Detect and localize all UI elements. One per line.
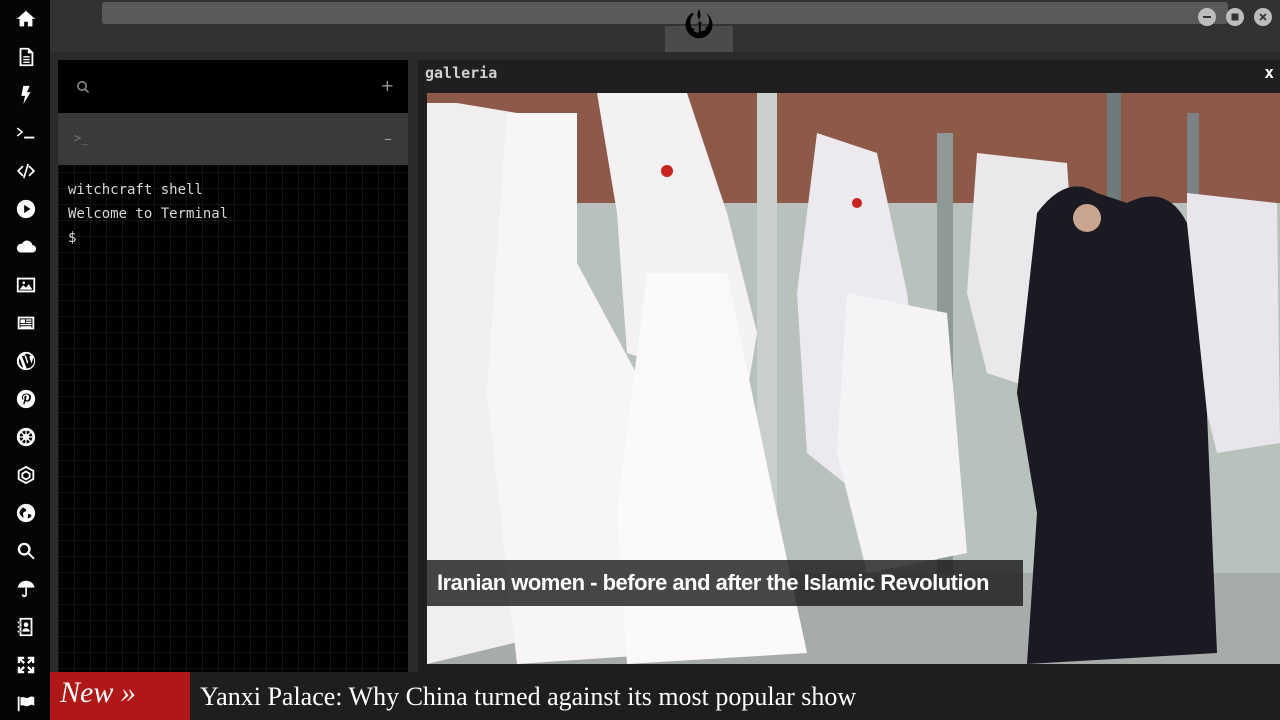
new-badge-label: New » [60, 676, 136, 709]
terminal-line: Welcome to Terminal [68, 206, 229, 222]
cloud-icon [16, 240, 37, 253]
sidebar-item-jedi[interactable] [11, 460, 41, 490]
lightning-icon [21, 85, 31, 105]
sidebar-item-lightning[interactable] [11, 80, 41, 110]
gallery-photo[interactable]: Iranian women - before and after the Isl… [427, 93, 1280, 664]
photo-caption-text: Iranian women - before and after the Isl… [437, 570, 989, 595]
sidebar-item-terminal[interactable] [11, 118, 41, 148]
sidebar-item-document[interactable] [11, 42, 41, 72]
sidebar-item-cloud[interactable] [11, 232, 41, 262]
image-icon [16, 277, 36, 293]
minimize-icon [1203, 16, 1211, 18]
flag-icon [17, 696, 35, 712]
maximize-icon [1231, 13, 1239, 21]
minimize-button[interactable] [1198, 8, 1216, 26]
sidebar-item-expand[interactable] [11, 650, 41, 680]
gallery-close-button[interactable]: x [1264, 63, 1274, 82]
sidebar [0, 0, 50, 720]
terminal-prompt-icon: >_ [74, 131, 89, 145]
sidebar-item-contacts[interactable] [11, 612, 41, 642]
home-icon [16, 10, 36, 27]
sidebar-item-wordpress[interactable] [11, 346, 41, 376]
pinterest-icon [16, 389, 36, 409]
terminal-search-row: + [58, 60, 408, 113]
address-book-icon [17, 617, 33, 637]
document-icon [19, 47, 34, 67]
terminal-prompt: $ [68, 230, 77, 246]
terminal-line: witchcraft shell [68, 182, 203, 198]
sidebar-item-search[interactable] [11, 536, 41, 566]
sidebar-item-play[interactable] [11, 194, 41, 224]
terminal-output[interactable]: witchcraft shell Welcome to Terminal $ [68, 178, 228, 250]
sidebar-item-empire[interactable] [11, 422, 41, 452]
terminal-icon [16, 127, 35, 139]
news-headline-link[interactable]: Yanxi Palace: Why China turned against i… [200, 682, 856, 712]
collapse-terminal-button[interactable]: – [384, 129, 392, 148]
sidebar-item-home[interactable] [11, 4, 41, 34]
logo-tab[interactable] [665, 0, 733, 52]
expand-icon [17, 656, 35, 674]
sidebar-item-flag[interactable] [11, 688, 41, 718]
code-icon [16, 163, 36, 179]
add-terminal-button[interactable]: + [381, 76, 394, 95]
search-icon[interactable] [76, 80, 90, 94]
globe-icon [16, 503, 36, 523]
sidebar-item-globe[interactable] [11, 498, 41, 528]
close-window-button[interactable] [1254, 8, 1272, 26]
gallery-title: galleria [425, 64, 498, 82]
galactic-empire-icon [16, 427, 36, 447]
photo-caption: Iranian women - before and after the Isl… [427, 560, 1023, 606]
new-badge: New » [50, 672, 190, 720]
sidebar-item-image[interactable] [11, 270, 41, 300]
terminal-tab[interactable]: >_ – [58, 113, 408, 165]
sidebar-item-pinterest[interactable] [11, 384, 41, 414]
newspaper-icon [17, 316, 35, 330]
sidebar-item-umbrella[interactable] [11, 574, 41, 604]
sidebar-item-code[interactable] [11, 156, 41, 186]
jedi-order-icon [17, 465, 35, 485]
news-ticker: New » Yanxi Palace: Why China turned aga… [50, 672, 1280, 720]
umbrella-icon [17, 580, 35, 598]
play-icon [16, 199, 36, 219]
search-icon [17, 542, 35, 560]
maximize-button[interactable] [1226, 8, 1244, 26]
close-icon [1259, 13, 1267, 21]
sidebar-item-newspaper[interactable] [11, 308, 41, 338]
terminal-panel: + >_ – witchcraft shell Welcome to Termi… [58, 60, 408, 672]
top-bar [50, 0, 1280, 52]
rebel-alliance-icon [685, 9, 713, 39]
wordpress-icon [16, 351, 36, 371]
gallery-panel: galleria x Iranian women - before and af… [418, 60, 1280, 672]
